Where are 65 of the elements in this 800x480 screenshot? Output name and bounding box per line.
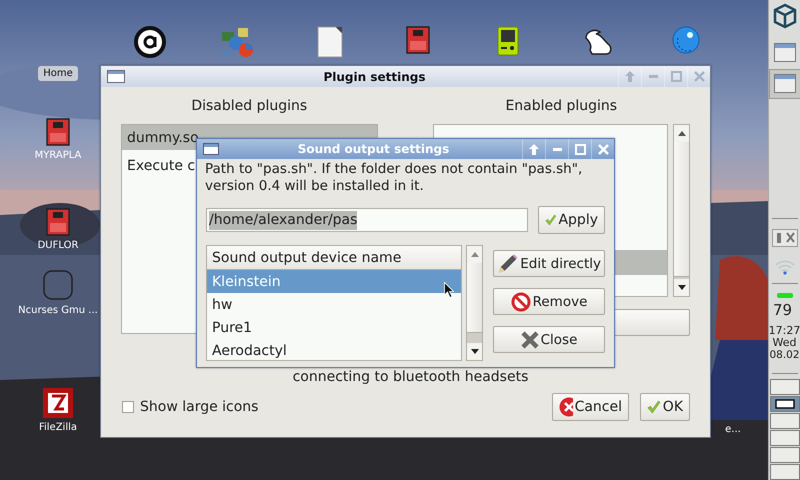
scroll-down-icon bbox=[678, 285, 686, 290]
document-icon bbox=[317, 26, 343, 58]
cancel-icon bbox=[559, 397, 573, 417]
remove-button[interactable]: Remove bbox=[493, 288, 605, 315]
at-sign-icon bbox=[134, 26, 166, 58]
mouse-cursor-icon bbox=[444, 282, 454, 298]
apply-button[interactable]: Apply bbox=[538, 206, 605, 234]
system-info-icon bbox=[220, 26, 254, 58]
checkmark-icon bbox=[647, 398, 661, 416]
close-icon bbox=[694, 71, 704, 82]
minimize-icon bbox=[552, 148, 562, 150]
terminal-icon bbox=[42, 269, 74, 301]
edit-button[interactable]: Edit directly bbox=[493, 250, 605, 277]
scrollbar[interactable] bbox=[466, 245, 483, 361]
workspace-button[interactable] bbox=[770, 396, 800, 412]
cube-icon[interactable] bbox=[772, 3, 796, 29]
network-tool-icon[interactable] bbox=[772, 229, 798, 247]
checkbox[interactable] bbox=[122, 401, 134, 413]
clock-time: 17:27 bbox=[768, 325, 800, 337]
raise-icon bbox=[529, 144, 539, 154]
window-menu-icon[interactable] bbox=[107, 70, 125, 83]
icon-label[interactable]: Home bbox=[38, 66, 78, 81]
raise-icon bbox=[625, 71, 635, 82]
wifi-icon bbox=[774, 259, 796, 275]
scroll-down-icon bbox=[470, 349, 479, 354]
filezilla-icon bbox=[43, 388, 73, 418]
scroll-up-icon bbox=[470, 252, 479, 257]
icon-label[interactable]: e... bbox=[725, 424, 741, 435]
list-item[interactable]: hw bbox=[207, 293, 462, 316]
plugin-description: connecting to bluetooth headsets bbox=[292, 369, 528, 385]
handheld-console-icon bbox=[497, 26, 519, 56]
column-heading: Disabled plugins bbox=[190, 98, 308, 114]
icon-label[interactable]: FileZilla bbox=[38, 422, 78, 433]
active-window-icon[interactable] bbox=[768, 69, 800, 99]
scroll-up-icon bbox=[678, 131, 686, 136]
sd-card-icon bbox=[46, 208, 70, 236]
window-icon[interactable] bbox=[774, 43, 796, 63]
clock-date: 08.02 bbox=[769, 349, 800, 361]
path-description: Path to "pas.sh". If the folder does not contain "pas.sh", version 0.4 will be installed in it. bbox=[204, 160, 584, 195]
globe-icon bbox=[672, 26, 700, 54]
no-entry-icon bbox=[510, 292, 531, 312]
window-title: Plugin settings bbox=[322, 70, 427, 84]
close-icon bbox=[598, 144, 608, 154]
list-item[interactable]: Pure1 bbox=[207, 316, 462, 339]
cancel-button[interactable]: Cancel bbox=[552, 393, 629, 421]
sd-card-icon bbox=[46, 118, 70, 146]
close-icon bbox=[520, 330, 539, 348]
checkbox-label[interactable]: Show large icons bbox=[140, 399, 258, 415]
sd-card-icon bbox=[406, 26, 430, 54]
battery-icon bbox=[776, 293, 792, 298]
close-button[interactable]: Close bbox=[493, 326, 605, 353]
clock-day: Wed bbox=[772, 337, 796, 349]
column-heading: Enabled plugins bbox=[504, 98, 618, 114]
scrollbar[interactable] bbox=[673, 124, 690, 297]
path-field[interactable]: /home/alexander/pas bbox=[206, 208, 528, 232]
minimize-icon bbox=[648, 75, 658, 78]
ok-button[interactable]: OK bbox=[640, 393, 690, 421]
pencil-icon bbox=[497, 252, 518, 274]
battery-percentage: 79 bbox=[772, 302, 792, 319]
maximize-icon bbox=[670, 71, 682, 82]
maximize-icon bbox=[574, 144, 586, 154]
icon-label[interactable]: Ncurses Gmu ... bbox=[18, 305, 98, 316]
list-item[interactable]: Aerodactyl bbox=[207, 339, 462, 362]
icon-label[interactable]: DUFLOR bbox=[38, 240, 78, 251]
window-menu-icon[interactable] bbox=[203, 143, 219, 155]
